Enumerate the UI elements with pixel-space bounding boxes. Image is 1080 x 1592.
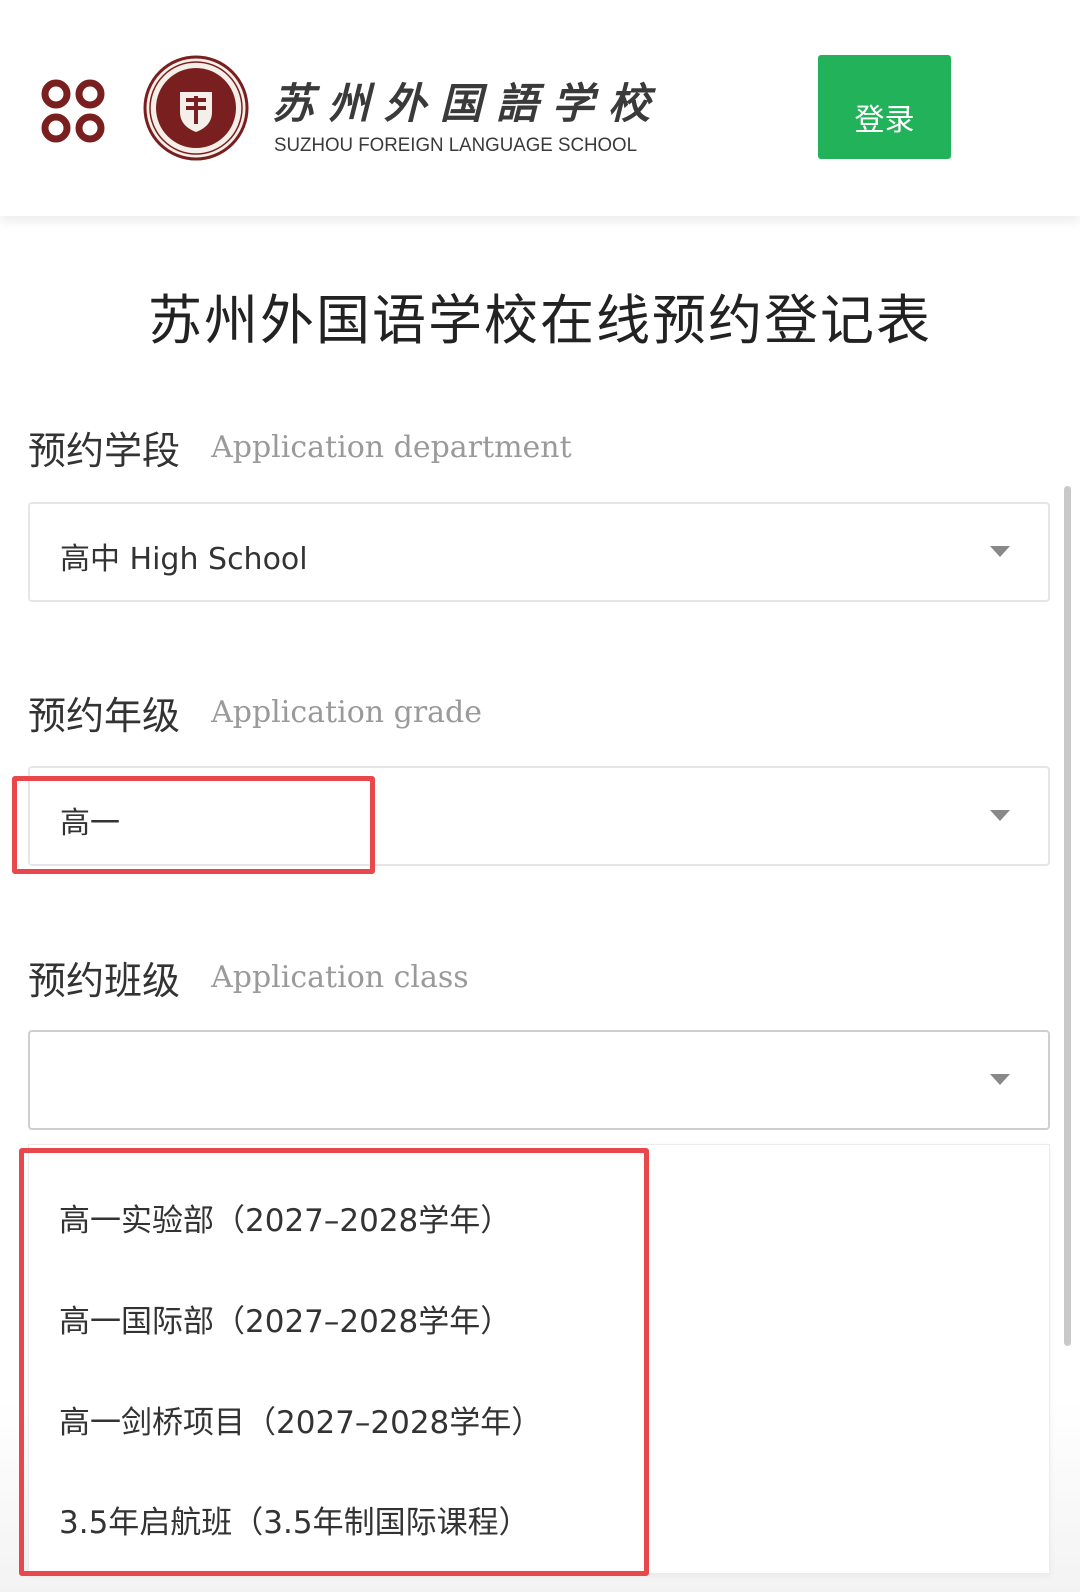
grade-field-label: 预约年级 Application grade <box>28 685 483 738</box>
login-button[interactable]: 登录 <box>818 55 951 159</box>
menu-grid-icon[interactable] <box>40 78 106 144</box>
department-field-label: 预约学段 Application department <box>28 420 572 473</box>
class-field-label: 预约班级 Application class <box>28 950 469 1003</box>
school-emblem-icon <box>143 55 249 161</box>
department-label-en: Application department <box>211 430 572 465</box>
chevron-down-icon <box>990 1074 1010 1085</box>
page-title: 苏州外国语学校在线预约登记表 <box>148 289 932 352</box>
grade-label-en: Application grade <box>211 695 483 730</box>
header-bar: 苏州外国語学校 SUZHOU FOREIGN LANGUAGE SCHOOL 登… <box>0 0 1080 216</box>
class-select[interactable] <box>28 1030 1050 1130</box>
department-select-value: 高中 High School <box>60 542 308 577</box>
school-name-chinese: 苏州外国語学校 <box>272 79 665 128</box>
school-name-english: SUZHOU FOREIGN LANGUAGE SCHOOL <box>274 134 638 156</box>
grade-label-cn: 预约年级 <box>28 694 181 738</box>
page-scrollbar[interactable] <box>1064 486 1071 1346</box>
chevron-down-icon <box>990 810 1010 821</box>
department-label-cn: 预约学段 <box>28 429 181 473</box>
class-label-cn: 预约班级 <box>28 959 181 1003</box>
department-select[interactable]: 高中 High School <box>28 502 1050 602</box>
class-label-en: Application class <box>211 960 469 995</box>
chevron-down-icon <box>990 546 1010 557</box>
grade-highlight-box <box>12 776 375 874</box>
options-highlight-box <box>19 1148 649 1576</box>
